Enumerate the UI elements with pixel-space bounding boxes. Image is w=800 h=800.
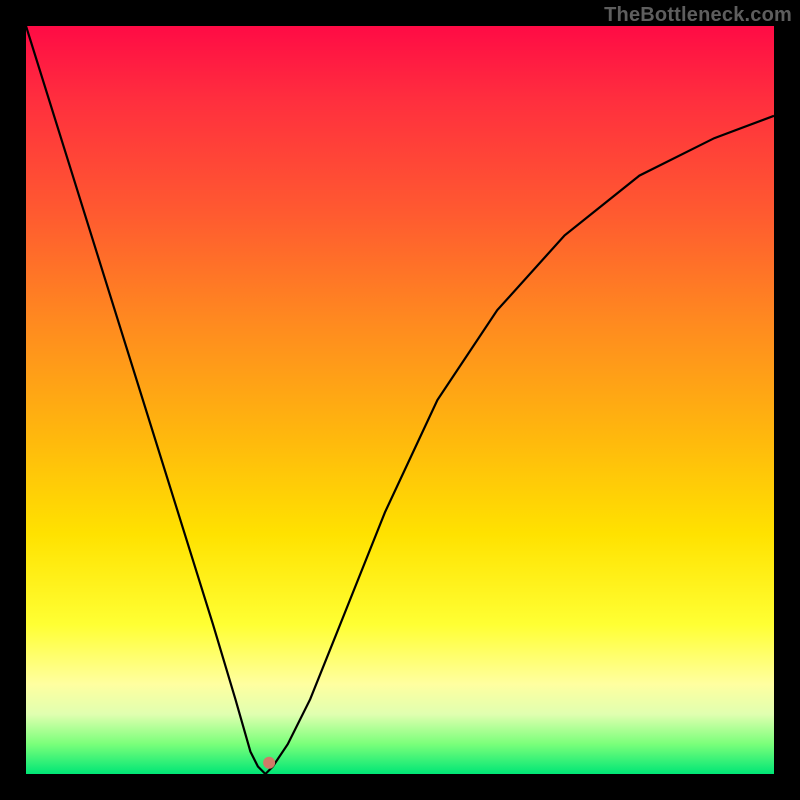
chart-frame: TheBottleneck.com (0, 0, 800, 800)
curve-layer (26, 26, 774, 774)
bottleneck-curve (26, 26, 774, 774)
marker-dot (263, 757, 275, 769)
watermark-text: TheBottleneck.com (604, 4, 792, 27)
plot-area (26, 26, 774, 774)
